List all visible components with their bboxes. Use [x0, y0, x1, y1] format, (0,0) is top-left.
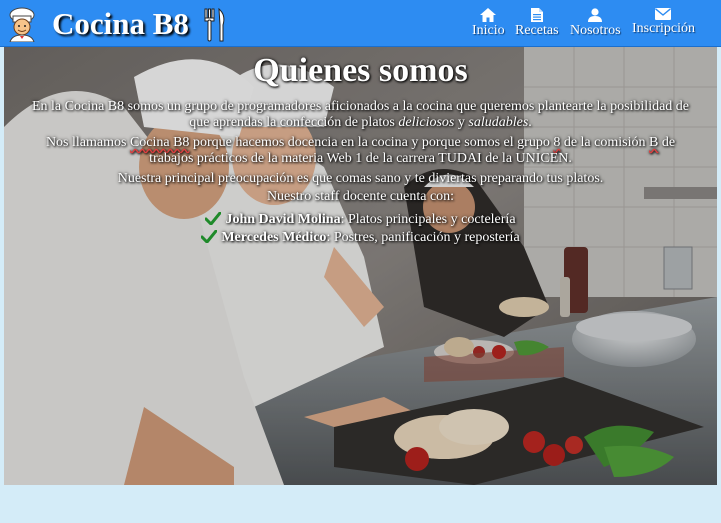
intro-connector: y: [454, 115, 469, 130]
emphasis-deliciosos: deliciosos: [398, 115, 455, 130]
nav-label: Inicio: [472, 23, 505, 38]
fork-knife-icon: [204, 7, 225, 42]
name-text-b: porque hacemos docencia en la cocina y p…: [189, 135, 554, 150]
staff-role: : Platos principales y coctelería: [340, 212, 516, 227]
brand-name[interactable]: Cocina B8: [52, 4, 189, 44]
about-content: Quienes somos En la Cocina B8 somos un g…: [4, 47, 717, 247]
nav-label: Recetas: [515, 23, 559, 38]
staff-item: Mercedes Médico: Postres, panificación y…: [4, 229, 717, 247]
top-navbar: Cocina B8 Inicio Recetas Nosotros Inscri…: [0, 0, 721, 47]
staff-role: : Postres, panificación y repostería: [326, 230, 520, 245]
about-paragraph-staff: Nuestro staff docente cuenta con:: [266, 189, 455, 204]
nav-item-recetas[interactable]: Recetas: [515, 8, 559, 39]
name-text-a: Nos llamamos: [45, 135, 130, 150]
staff-name: John David Molina: [225, 212, 341, 227]
staff-item: John David Molina: Platos principales y …: [4, 211, 717, 229]
check-icon: [201, 230, 218, 243]
about-hero: Quienes somos En la Cocina B8 somos un g…: [4, 47, 717, 485]
intro-text: En la Cocina B8 somos un grupo de progra…: [31, 99, 690, 130]
intro-period: .: [528, 115, 532, 130]
nav-label: Inscripción: [632, 21, 695, 36]
chef-icon: [9, 7, 35, 42]
user-icon: [588, 8, 603, 22]
about-paragraph-intro: En la Cocina B8 somos un grupo de progra…: [21, 99, 701, 131]
about-paragraph-goal: Nuestra principal preocupación es que co…: [117, 171, 604, 186]
about-paragraph-name: Nos llamamos Cocina B8 porque hacemos do…: [41, 135, 681, 167]
nav-item-inscripcion[interactable]: Inscripción: [632, 8, 695, 37]
staff-list: John David Molina: Platos principales y …: [4, 211, 717, 247]
name-text-c: de la comisión: [560, 135, 649, 150]
nav-item-nosotros[interactable]: Nosotros: [570, 8, 621, 39]
staff-name: Mercedes Médico: [221, 230, 327, 245]
comision-letter: B: [648, 135, 659, 150]
document-icon: [530, 8, 543, 22]
nav-item-inicio[interactable]: Inicio: [472, 8, 505, 39]
page-title: Quienes somos: [253, 52, 468, 89]
name-cocina-b8: Cocina B8: [129, 135, 190, 150]
home-icon: [480, 8, 497, 22]
envelope-icon: [655, 8, 672, 20]
nav-label: Nosotros: [570, 23, 621, 38]
check-icon: [205, 212, 222, 225]
emphasis-saludables: saludables: [468, 115, 529, 130]
